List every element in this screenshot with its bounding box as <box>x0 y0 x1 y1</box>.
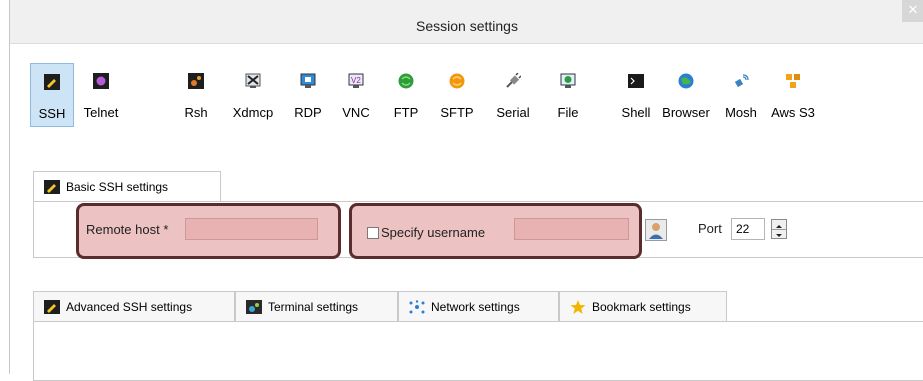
session-type-vnc[interactable]: V2 VNC <box>336 63 376 127</box>
user-picker-button[interactable] <box>645 219 667 241</box>
session-type-label: VNC <box>342 105 370 120</box>
specify-username-checkbox[interactable] <box>367 227 379 239</box>
tab-network-settings[interactable]: Network settings <box>398 291 559 322</box>
session-type-mosh[interactable]: Mosh <box>720 63 762 127</box>
tab-label: Basic SSH settings <box>66 180 169 194</box>
session-type-label: Xdmcp <box>232 105 274 120</box>
tab-label: Network settings <box>431 300 520 314</box>
session-type-serial[interactable]: Serial <box>488 63 538 127</box>
shell-terminal-icon <box>628 74 644 88</box>
session-type-label: Aws S3 <box>771 105 815 120</box>
close-button[interactable]: ✕ <box>902 0 923 22</box>
tab-basic-ssh-settings[interactable]: Basic SSH settings <box>33 171 221 202</box>
rdp-monitor-icon <box>300 73 316 88</box>
ssh-terminal-icon <box>44 180 60 194</box>
aws-s3-cubes-icon <box>786 74 800 88</box>
ssh-terminal-icon <box>44 74 60 90</box>
tab-label: Terminal settings <box>268 300 359 314</box>
user-icon <box>649 223 663 239</box>
vnc-monitor-icon: V2 <box>348 73 364 88</box>
port-input[interactable] <box>731 218 765 240</box>
star-icon <box>570 300 586 314</box>
tab-advanced-ssh-settings[interactable]: Advanced SSH settings <box>33 291 235 322</box>
session-type-label: Serial <box>496 105 530 120</box>
ftp-globe-icon <box>398 73 414 89</box>
session-type-xdmcp[interactable]: Xdmcp <box>228 63 278 127</box>
session-type-ftp[interactable]: FTP <box>386 63 426 127</box>
close-icon: ✕ <box>907 2 919 17</box>
tab-label: Bookmark settings <box>592 300 691 314</box>
basic-ssh-settings-panel: Remote host * Specify username Port <box>33 201 923 259</box>
tab-label: Advanced SSH settings <box>66 300 193 314</box>
remote-host-input[interactable] <box>185 218 318 240</box>
advanced-settings-panel <box>33 321 923 381</box>
session-settings-window: Session settings ✕ SSH Telnet Rsh Xdmcp … <box>9 0 923 381</box>
session-type-rdp[interactable]: RDP <box>288 63 328 127</box>
network-icon <box>409 300 425 314</box>
remote-host-label: Remote host * <box>86 222 169 237</box>
specify-username-label: Specify username <box>381 225 486 240</box>
serial-plug-icon <box>506 73 521 88</box>
session-type-label: File <box>557 105 579 120</box>
session-type-label: RDP <box>294 105 322 120</box>
port-spinner[interactable] <box>771 219 787 239</box>
ssh-terminal-icon <box>44 300 60 314</box>
file-monitor-icon <box>560 73 576 88</box>
arrow-down-icon <box>776 234 782 237</box>
session-type-label: SFTP <box>440 105 474 120</box>
browser-globe-icon <box>678 73 694 89</box>
session-type-label: Shell <box>621 105 651 120</box>
session-type-label: Rsh <box>184 105 208 120</box>
session-type-label: Telnet <box>83 105 119 120</box>
session-type-telnet[interactable]: Telnet <box>78 63 124 127</box>
window-title: Session settings <box>416 18 518 34</box>
session-type-aws-s3[interactable]: Aws S3 <box>767 63 819 127</box>
username-input[interactable] <box>514 218 629 240</box>
sftp-globe-icon <box>449 73 465 89</box>
session-type-label: Mosh <box>725 105 757 120</box>
tab-terminal-settings[interactable]: Terminal settings <box>235 291 398 322</box>
port-label: Port <box>698 221 722 236</box>
session-type-shell[interactable]: Shell <box>616 63 656 127</box>
title-bar: Session settings ✕ <box>10 0 923 44</box>
session-type-label: Browser <box>662 105 710 120</box>
rsh-icon <box>188 73 204 89</box>
session-type-rsh[interactable]: Rsh <box>176 63 216 127</box>
telnet-icon <box>93 73 109 89</box>
session-type-toolbar: SSH Telnet Rsh Xdmcp RDP V2 VNC FTP SFTP… <box>30 63 910 131</box>
mosh-satellite-icon <box>734 74 749 88</box>
svg-text:V2: V2 <box>351 76 361 85</box>
xdmcp-icon <box>245 73 261 88</box>
session-type-browser[interactable]: Browser <box>660 63 712 127</box>
session-type-ssh[interactable]: SSH <box>30 63 74 127</box>
session-type-label: SSH <box>38 106 66 121</box>
session-type-file[interactable]: File <box>548 63 588 127</box>
terminal-settings-icon <box>246 300 262 314</box>
port-decrement-button[interactable] <box>772 229 786 238</box>
tab-bookmark-settings[interactable]: Bookmark settings <box>559 291 727 322</box>
session-type-sftp[interactable]: SFTP <box>434 63 480 127</box>
session-type-label: FTP <box>393 105 419 120</box>
